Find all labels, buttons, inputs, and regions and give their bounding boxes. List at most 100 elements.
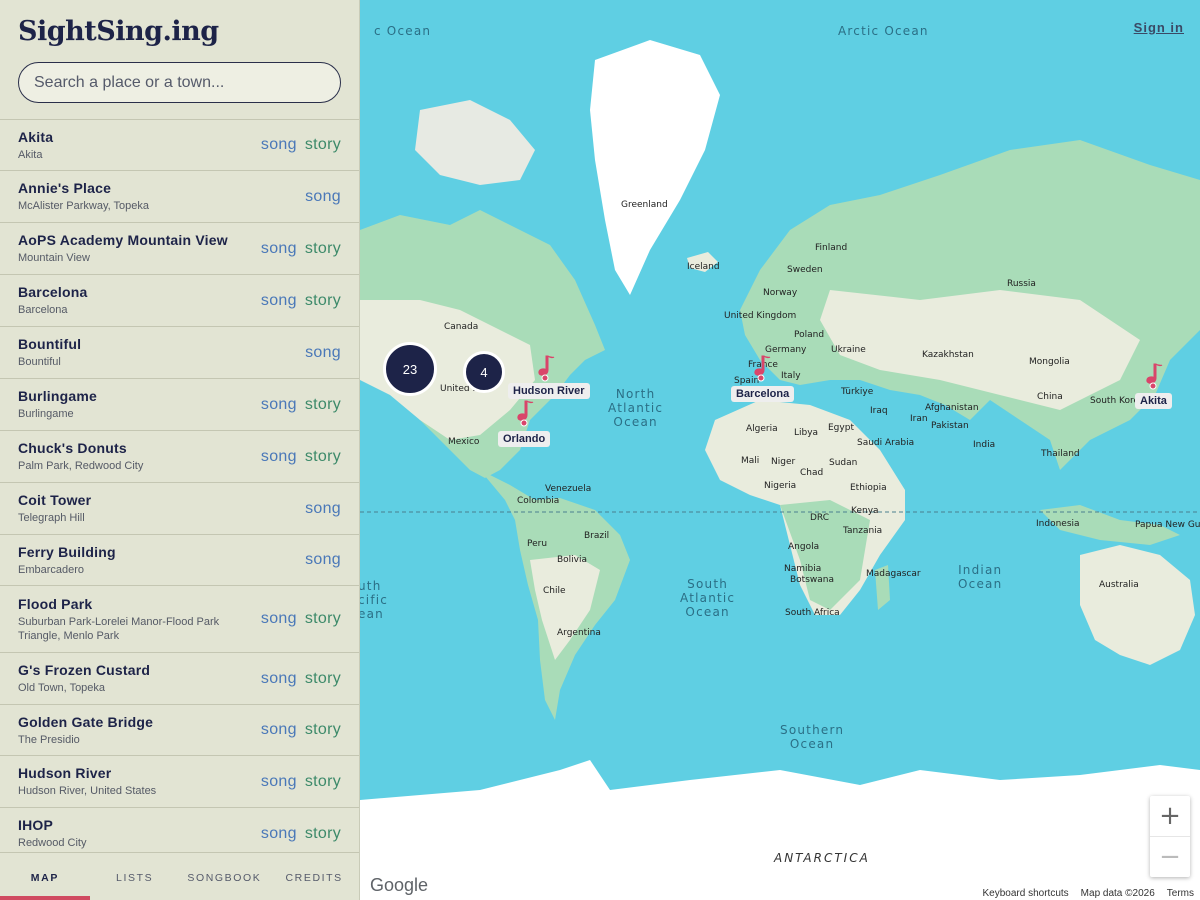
- keyboard-shortcuts-link[interactable]: Keyboard shortcuts: [983, 888, 1069, 899]
- song-link[interactable]: song: [305, 500, 341, 518]
- music-note-pin-icon[interactable]: [752, 354, 772, 382]
- marker-cluster[interactable]: 23: [383, 342, 437, 396]
- pin-label[interactable]: Akita: [1135, 393, 1172, 409]
- search-input[interactable]: [18, 62, 341, 103]
- song-link[interactable]: song: [261, 240, 297, 258]
- place-name: Bountiful: [18, 336, 82, 352]
- ocean-label: Southern Ocean: [780, 723, 845, 751]
- place-name: Barcelona: [18, 284, 88, 300]
- country-label: Argentina: [557, 628, 601, 638]
- place-list-item[interactable]: Bountiful Bountiful song: [0, 327, 359, 379]
- song-link[interactable]: song: [305, 188, 341, 206]
- song-link[interactable]: song: [305, 551, 341, 569]
- place-location: Suburban Park-Lorelei Manor-Flood Park T…: [18, 615, 220, 642]
- song-link[interactable]: song: [261, 670, 297, 688]
- place-links: song story: [261, 670, 341, 688]
- nav-tab-map[interactable]: MAP: [0, 853, 90, 900]
- song-link[interactable]: song: [261, 610, 297, 628]
- song-link[interactable]: song: [261, 448, 297, 466]
- country-label: Italy: [781, 371, 801, 381]
- place-links: song story: [261, 773, 341, 791]
- place-list-item[interactable]: Barcelona Barcelona song story: [0, 275, 359, 327]
- country-label: Thailand: [1041, 449, 1080, 459]
- place-name: Hudson River: [18, 765, 112, 781]
- world-map[interactable]: c Ocean Arctic Ocean North Atlantic Ocea…: [360, 0, 1200, 900]
- song-link[interactable]: song: [261, 396, 297, 414]
- place-list-item[interactable]: Chuck's Donuts Palm Park, Redwood City son…: [0, 431, 359, 483]
- place-list-item[interactable]: IHOP Redwood City song story: [0, 808, 359, 852]
- place-name: AoPS Academy Mountain View: [18, 232, 228, 248]
- place-location: Barcelona: [18, 304, 68, 316]
- place-list-item[interactable]: Coit Tower Telegraph Hill song: [0, 483, 359, 535]
- song-link[interactable]: song: [305, 344, 341, 362]
- place-links: song: [305, 500, 341, 518]
- place-location: McAlister Parkway, Topeka: [18, 200, 150, 212]
- story-link[interactable]: story: [305, 721, 341, 739]
- story-link[interactable]: story: [305, 773, 341, 791]
- app-logo[interactable]: SightSing.ing: [18, 16, 219, 47]
- nav-tab-songbook[interactable]: SONGBOOK: [180, 853, 270, 900]
- place-text: Chuck's Donuts Palm Park, Redwood City: [18, 440, 261, 473]
- place-list-item[interactable]: G's Frozen Custard Old Town, Topeka song st…: [0, 653, 359, 705]
- song-link[interactable]: song: [261, 292, 297, 310]
- pin-label[interactable]: Hudson River: [508, 383, 590, 399]
- zoom-in-button[interactable]: +: [1150, 796, 1190, 836]
- music-note-pin-icon[interactable]: [515, 399, 535, 427]
- place-list-item[interactable]: Golden Gate Bridge The Presidio song story: [0, 705, 359, 756]
- nav-tab-credits[interactable]: CREDITS: [269, 853, 359, 900]
- country-label: South Africa: [785, 608, 840, 618]
- song-link[interactable]: song: [261, 825, 297, 843]
- place-list-item[interactable]: Hudson River Hudson River, United States s…: [0, 756, 359, 808]
- music-note-pin-icon[interactable]: [536, 354, 556, 382]
- song-link[interactable]: song: [261, 773, 297, 791]
- terms-link[interactable]: Terms: [1167, 888, 1194, 899]
- zoom-out-button[interactable]: −: [1150, 836, 1190, 876]
- country-label: Russia: [1007, 279, 1036, 289]
- nav-tab-lists[interactable]: LISTS: [90, 853, 180, 900]
- place-text: Akita Akita: [18, 129, 261, 162]
- map-attribution: Keyboard shortcuts Map data ©2026 Terms: [976, 886, 1200, 900]
- story-link[interactable]: story: [305, 448, 341, 466]
- place-list-item[interactable]: Ferry Building Embarcadero song: [0, 535, 359, 586]
- story-link[interactable]: story: [305, 240, 341, 258]
- place-location: Palm Park, Redwood City: [18, 460, 144, 472]
- story-link[interactable]: story: [305, 396, 341, 414]
- country-label: Botswana: [790, 575, 834, 585]
- place-location: Burlingame: [18, 408, 74, 420]
- country-label: Libya: [794, 428, 819, 438]
- ocean-label: Indian Ocean: [958, 563, 1003, 591]
- country-label: Bolivia: [557, 555, 588, 565]
- place-links: song story: [261, 825, 341, 843]
- song-link[interactable]: song: [261, 136, 297, 154]
- story-link[interactable]: story: [305, 610, 341, 628]
- song-link[interactable]: song: [261, 721, 297, 739]
- music-note-pin-icon[interactable]: [1144, 362, 1164, 390]
- country-label: Brazil: [584, 531, 610, 541]
- country-label: Algeria: [746, 424, 778, 434]
- sign-in-link[interactable]: Sign in: [1134, 20, 1184, 35]
- pin-label[interactable]: Orlando: [498, 431, 551, 447]
- country-label: Iraq: [870, 406, 888, 416]
- bottom-nav: MAP LISTS SONGBOOK CREDITS: [0, 852, 359, 900]
- pin-label[interactable]: Barcelona: [731, 386, 795, 402]
- place-list-item[interactable]: AoPS Academy Mountain View Mountain View s…: [0, 223, 359, 275]
- story-link[interactable]: story: [305, 136, 341, 154]
- sidebar: SightSing.ing Akita Akita song story Annie's…: [0, 0, 360, 900]
- story-link[interactable]: story: [305, 825, 341, 843]
- place-list-item[interactable]: Akita Akita song story: [0, 120, 359, 171]
- place-list-item[interactable]: Annie's Place McAlister Parkway, Topeka so…: [0, 171, 359, 223]
- country-label: Norway: [763, 288, 798, 298]
- country-label: Venezuela: [545, 484, 592, 494]
- story-link[interactable]: story: [305, 670, 341, 688]
- marker-cluster[interactable]: 4: [463, 351, 505, 393]
- story-link[interactable]: story: [305, 292, 341, 310]
- place-links: song story: [261, 396, 341, 414]
- country-label: Ukraine: [831, 345, 866, 355]
- country-label: Chad: [800, 468, 824, 478]
- country-label: Sweden: [787, 265, 823, 275]
- country-label: Peru: [527, 539, 548, 549]
- place-list-item[interactable]: Burlingame Burlingame song story: [0, 379, 359, 431]
- place-text: Ferry Building Embarcadero: [18, 544, 305, 577]
- ocean-label: North Atlantic Ocean: [608, 387, 664, 429]
- place-list-item[interactable]: Flood Park Suburban Park-Lorelei Manor-Fl…: [0, 586, 359, 653]
